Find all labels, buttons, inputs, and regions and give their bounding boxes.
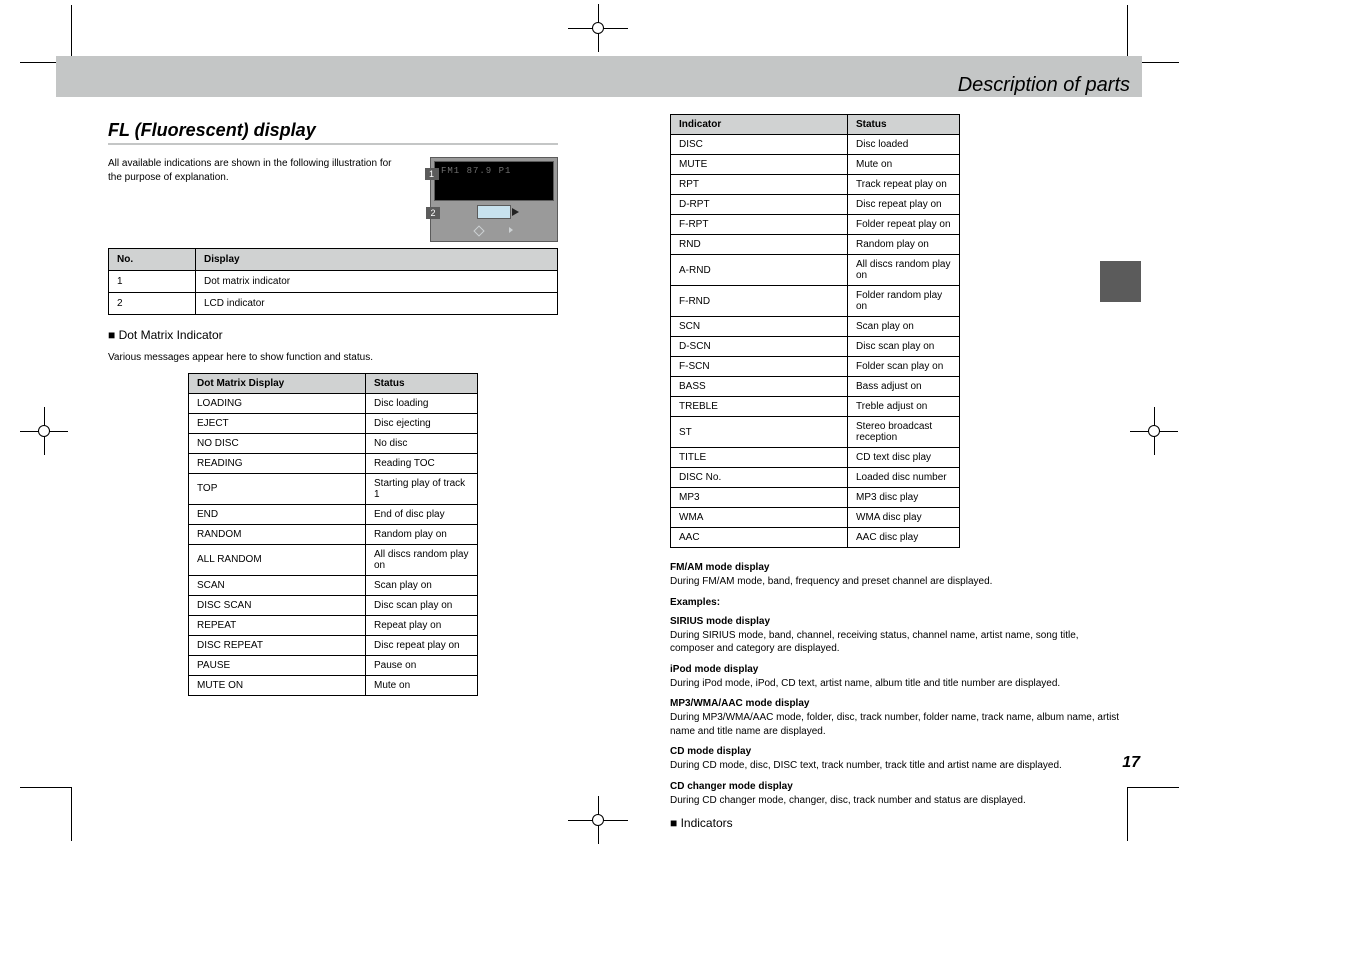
table-row: PAUSEPause on bbox=[189, 655, 478, 675]
sirius-text: During SIRIUS mode, band, channel, recei… bbox=[670, 629, 1120, 656]
table-row: TREBLETreble adjust on bbox=[671, 397, 960, 417]
fm-am-text: During FM/AM mode, band, frequency and p… bbox=[670, 575, 1120, 589]
table-row: RNDRandom play on bbox=[671, 235, 960, 255]
lcd-indicator bbox=[477, 205, 511, 219]
table-row: 2 LCD indicator bbox=[109, 293, 558, 315]
ipod-text: During iPod mode, iPod, CD text, artist … bbox=[670, 677, 1120, 691]
th-no: No. bbox=[109, 249, 196, 271]
table-row: MUTE ONMute on bbox=[189, 675, 478, 695]
cdchanger-title: CD changer mode display bbox=[670, 781, 1120, 792]
table-row: RANDOMRandom play on bbox=[189, 524, 478, 544]
fl-heading-rule bbox=[108, 143, 558, 145]
table-row: D-RPTDisc repeat play on bbox=[671, 195, 960, 215]
mp3-title: MP3/WMA/AAC mode display bbox=[670, 698, 1120, 709]
page-number: 17 bbox=[1100, 754, 1140, 772]
header-title: Description of parts bbox=[958, 74, 1130, 97]
column-right: Indicator Status DISCDisc loadedMUTEMute… bbox=[670, 106, 1120, 839]
table-row: RPTTrack repeat play on bbox=[671, 175, 960, 195]
cd-title: CD mode display bbox=[670, 746, 1120, 757]
indicator-table: Indicator Status DISCDisc loadedMUTEMute… bbox=[670, 114, 960, 548]
table-row: F-RNDFolder random play on bbox=[671, 286, 960, 317]
table-row: DISC SCANDisc scan play on bbox=[189, 595, 478, 615]
table-row: REPEATRepeat play on bbox=[189, 615, 478, 635]
table-row: F-RPTFolder repeat play on bbox=[671, 215, 960, 235]
table-row: DISC No.Loaded disc number bbox=[671, 468, 960, 488]
callout-2: 2 bbox=[426, 207, 440, 219]
page-header: Description of parts bbox=[56, 56, 1142, 97]
examples-label: Examples: bbox=[670, 597, 1120, 608]
dpad-hint bbox=[431, 221, 557, 241]
dot-matrix-subheading: ■ Dot Matrix Indicator bbox=[108, 327, 558, 343]
dot-matrix-intro: Various messages appear here to show fun… bbox=[108, 351, 558, 365]
table-row: ENDEnd of disc play bbox=[189, 504, 478, 524]
table-row: 1 Dot matrix indicator bbox=[109, 271, 558, 293]
table-row: BASSBass adjust on bbox=[671, 377, 960, 397]
dot-matrix-text: FM1 87.9 P1 bbox=[441, 166, 511, 176]
table-row: TITLECD text disc play bbox=[671, 448, 960, 468]
dot-matrix-table: Dot Matrix Display Status LOADINGDisc lo… bbox=[188, 373, 478, 696]
th-dm-status: Status bbox=[366, 373, 478, 393]
table-row: DISC REPEATDisc repeat play on bbox=[189, 635, 478, 655]
sirius-title: SIRIUS mode display bbox=[670, 616, 1120, 627]
table-row: STStereo broadcast reception bbox=[671, 417, 960, 448]
fm-am-title: FM/AM mode display bbox=[670, 562, 1120, 573]
table-row: WMAWMA disc play bbox=[671, 508, 960, 528]
page-content: FL (Fluorescent) display All available i… bbox=[108, 106, 1142, 839]
column-left: FL (Fluorescent) display All available i… bbox=[108, 106, 558, 839]
table-row: LOADINGDisc loading bbox=[189, 393, 478, 413]
table-row: EJECTDisc ejecting bbox=[189, 413, 478, 433]
fl-intro: All available indications are shown in t… bbox=[108, 157, 408, 184]
table-row: A-RNDAll discs random play on bbox=[671, 255, 960, 286]
th-ind-status: Status bbox=[848, 115, 960, 135]
table-row: MP3MP3 disc play bbox=[671, 488, 960, 508]
table-row: DISCDisc loaded bbox=[671, 135, 960, 155]
table-row: SCNScan play on bbox=[671, 317, 960, 337]
table-row: SCANScan play on bbox=[189, 575, 478, 595]
table-row: MUTEMute on bbox=[671, 155, 960, 175]
table-row: READINGReading TOC bbox=[189, 453, 478, 473]
th-ind: Indicator bbox=[671, 115, 848, 135]
table-row: ALL RANDOMAll discs random play on bbox=[189, 544, 478, 575]
table-row: AACAAC disc play bbox=[671, 528, 960, 548]
fl-heading: FL (Fluorescent) display bbox=[108, 120, 558, 141]
right-arrow-icon bbox=[509, 227, 513, 233]
table-row: F-SCNFolder scan play on bbox=[671, 357, 960, 377]
dot-matrix-display: 1 FM1 87.9 P1 bbox=[434, 161, 554, 201]
updown-icon bbox=[473, 225, 484, 236]
th-display: Display bbox=[196, 249, 558, 271]
table-row: NO DISCNo disc bbox=[189, 433, 478, 453]
th-dm-msg: Dot Matrix Display bbox=[189, 373, 366, 393]
play-icon bbox=[512, 208, 519, 216]
callout-1: 1 bbox=[425, 168, 439, 180]
cdchanger-text: During CD changer mode, changer, disc, t… bbox=[670, 794, 1120, 808]
panel-parts-table: No. Display 1 Dot matrix indicator 2 LCD… bbox=[108, 248, 558, 315]
indicators-subheading: ■ Indicators bbox=[670, 815, 1120, 831]
table-row: D-SCNDisc scan play on bbox=[671, 337, 960, 357]
mp3-text: During MP3/WMA/AAC mode, folder, disc, t… bbox=[670, 711, 1120, 738]
cd-text: During CD mode, disc, DISC text, track n… bbox=[670, 759, 1120, 773]
fl-panel-diagram: 1 FM1 87.9 P1 2 bbox=[430, 157, 558, 242]
ipod-title: iPod mode display bbox=[670, 664, 1120, 675]
table-row: TOPStarting play of track 1 bbox=[189, 473, 478, 504]
